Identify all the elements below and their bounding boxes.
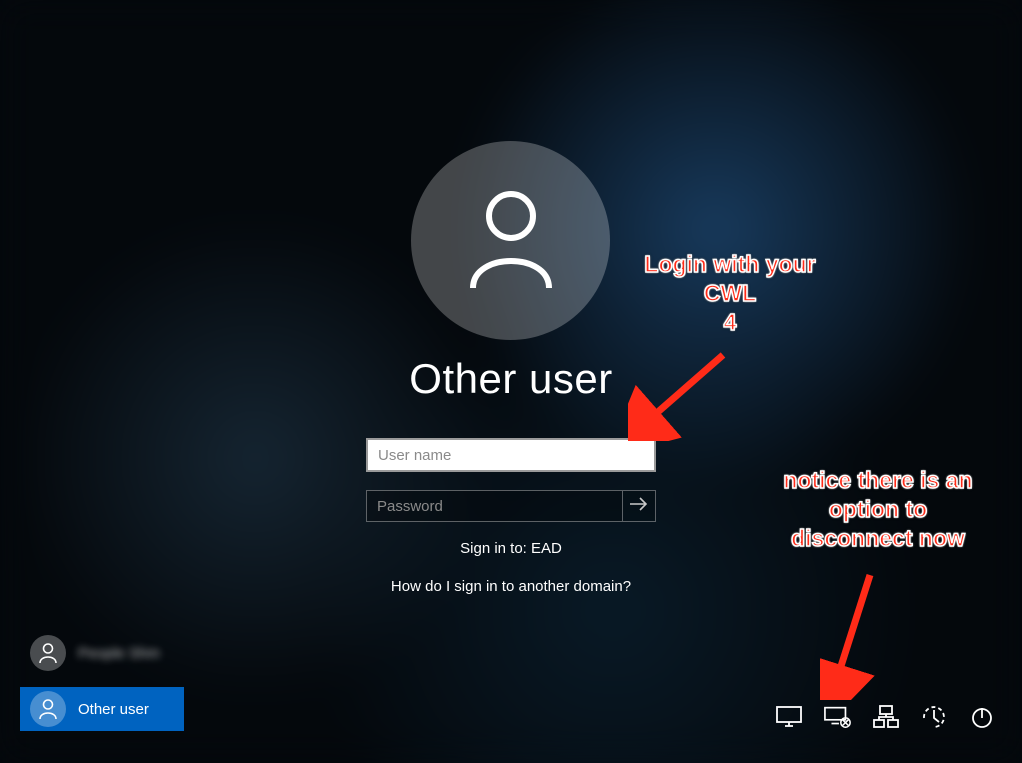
login-title: Other user (0, 355, 1022, 403)
signin-to-label: Sign in to: EAD (0, 540, 1022, 557)
ease-of-access-icon[interactable] (920, 705, 948, 729)
user-list-label: People Shm (78, 645, 160, 662)
monitor-icon[interactable] (776, 705, 804, 729)
disconnect-icon[interactable] (824, 705, 852, 729)
password-input[interactable] (366, 490, 622, 522)
user-list-item-0[interactable]: People Shm (20, 631, 184, 675)
user-mini-avatar (30, 635, 66, 671)
username-input[interactable] (366, 438, 656, 472)
arrow-right-icon (629, 496, 649, 517)
network-icon[interactable] (872, 705, 900, 729)
user-mini-avatar (30, 691, 66, 727)
power-icon[interactable] (968, 705, 996, 729)
submit-button[interactable] (622, 490, 656, 522)
other-domain-link[interactable]: How do I sign in to another domain? (0, 578, 1022, 595)
user-silhouette-icon (463, 186, 559, 295)
user-list-label: Other user (78, 701, 149, 718)
user-list-item-1[interactable]: Other user (20, 687, 184, 731)
user-avatar (411, 141, 610, 340)
